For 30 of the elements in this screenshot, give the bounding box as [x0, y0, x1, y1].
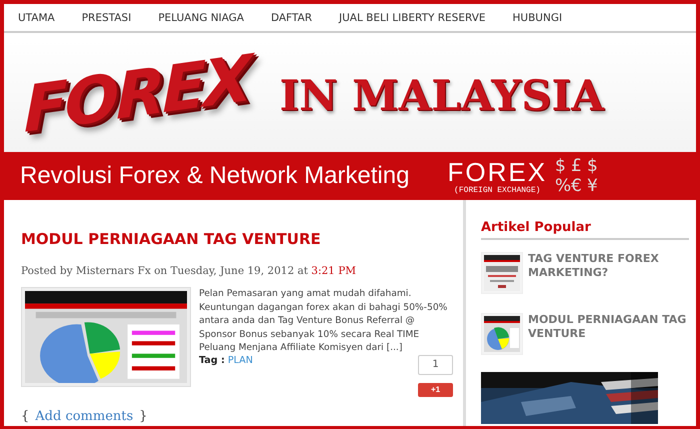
post-title[interactable]: MODUL PERNIAGAAN TAG VENTURE: [21, 230, 463, 248]
nav-link[interactable]: PRESTASI: [82, 12, 132, 24]
brace: }: [139, 408, 148, 424]
currency-symbol: ¥: [587, 176, 599, 196]
plus-one-button[interactable]: +1: [418, 382, 453, 396]
nav-link[interactable]: DAFTAR: [270, 12, 312, 24]
currency-symbol: €: [571, 176, 583, 196]
nav-link[interactable]: PELUANG NIAGA: [158, 12, 244, 24]
nav-link[interactable]: HUBUNGI: [512, 12, 562, 24]
post-time-link[interactable]: 3:21 PM: [311, 265, 356, 277]
banner-tagline: Revolusi Forex & Network Marketing: [20, 162, 410, 190]
nav-link[interactable]: UTAMA: [18, 12, 55, 24]
post-byline: Posted by Misternars Fx on Tuesday, June 19, 2012 at 3:21 PM: [21, 265, 358, 277]
sidebar-heading: Artikel Popular: [481, 220, 689, 240]
tag-label: Tag :: [199, 354, 225, 366]
nav-link[interactable]: JUAL BELI LIBERTY RESERVE: [338, 12, 486, 24]
sketch-note: (FOREIGN EXCHANGE): [454, 186, 540, 194]
article-link[interactable]: TAG VENTURE FOREX MARKETING?: [528, 252, 693, 302]
sketch-word: FOREX: [447, 158, 548, 186]
currency-symbol: $: [555, 156, 567, 176]
add-comments-link[interactable]: Add comments: [35, 408, 134, 424]
post-summary: Pelan Pemasaran yang amat mudah difahami. Keuntungan dagangan forex akan di bahagi 50%-50% antara anda dan Tag Venture Bonus Referral @ Sponsor Bonus sebanyak 10% secara Real TIME Peluang Menjana Affiliate Komisyen dari [...]: [199, 287, 448, 354]
currency-symbol: $: [587, 156, 599, 176]
article-link[interactable]: MODUL PERNIAGAAN TAG VENTURE: [528, 313, 693, 363]
brace: {: [21, 408, 30, 424]
share-count: 1: [418, 354, 453, 374]
tag-link[interactable]: PLAN: [228, 354, 253, 366]
banner-headline: IN MALAYSIA: [279, 70, 604, 120]
currency-symbol: £: [571, 156, 583, 176]
currency-symbol: %: [555, 176, 572, 196]
